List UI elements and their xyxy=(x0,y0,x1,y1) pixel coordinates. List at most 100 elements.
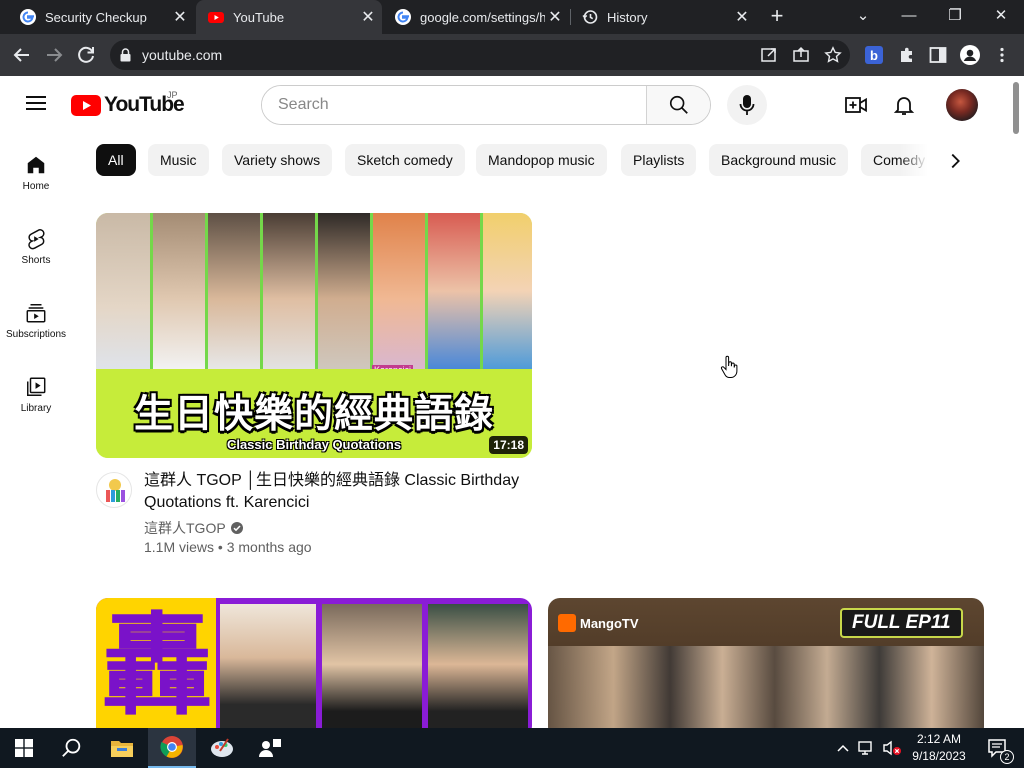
search-icon xyxy=(62,738,81,757)
chrome-taskbar-button[interactable] xyxy=(148,728,196,768)
taskbar-clock[interactable]: 2:12 AM 9/18/2023 xyxy=(900,731,978,765)
action-center-button[interactable]: 2 xyxy=(978,728,1018,768)
lock-icon xyxy=(120,48,131,62)
guide-item-shorts[interactable]: Shorts xyxy=(0,214,72,274)
search-button[interactable] xyxy=(646,86,710,124)
volume-muted-icon[interactable] xyxy=(882,740,902,756)
thumbnail-person xyxy=(428,604,528,738)
system-tray xyxy=(836,728,902,768)
hand-cursor-icon xyxy=(720,355,738,378)
close-icon[interactable]: ✕ xyxy=(170,7,190,27)
voice-search-button[interactable] xyxy=(727,85,767,125)
tab-youtube[interactable]: YouTube ✕ xyxy=(196,0,382,34)
chip-music[interactable]: Music xyxy=(148,144,209,176)
url-text: youtube.com xyxy=(142,47,223,63)
people-icon xyxy=(259,739,281,757)
tab-security-checkup[interactable]: Security Checkup ✕ xyxy=(8,0,194,34)
thumbnail-panel xyxy=(480,213,532,369)
menu-kebab-icon[interactable] xyxy=(993,46,1011,64)
thumbnail-panel xyxy=(96,213,152,369)
clock-date: 9/18/2023 xyxy=(912,749,966,763)
people-taskbar-button[interactable] xyxy=(246,728,294,768)
file-explorer-button[interactable] xyxy=(98,728,146,768)
close-icon[interactable]: ✕ xyxy=(358,7,378,27)
channel-name-row: 這群人TGOP xyxy=(144,518,244,538)
history-icon xyxy=(582,10,598,24)
network-icon[interactable] xyxy=(858,740,876,756)
google-icon xyxy=(20,9,36,25)
thumbnail-panel xyxy=(370,213,425,369)
chip-all[interactable]: All xyxy=(96,144,136,176)
thumbnail-subtitle-text: Classic Birthday Quotations xyxy=(226,437,402,452)
tab-search-button[interactable]: ⌄ xyxy=(840,0,886,34)
chip-variety-shows[interactable]: Variety shows xyxy=(222,144,333,176)
chrome-icon xyxy=(160,736,183,758)
video-title[interactable]: 這群人 TGOP │生日快樂的經典語錄 Classic Birthday Quo… xyxy=(144,470,524,514)
profile-icon[interactable] xyxy=(960,45,980,65)
minimize-button[interactable]: — xyxy=(886,0,932,34)
guide-label: Home xyxy=(22,181,50,192)
channel-avatar[interactable] xyxy=(96,472,132,508)
taskbar-search-button[interactable] xyxy=(48,728,96,768)
video-thumbnail[interactable]: MangoTV FULL EP11 xyxy=(548,598,984,738)
library-icon xyxy=(27,377,46,396)
close-icon[interactable]: ✕ xyxy=(732,7,752,27)
guide-item-subscriptions[interactable]: Subscriptions xyxy=(0,288,72,348)
new-tab-button[interactable]: + xyxy=(764,3,790,29)
google-icon xyxy=(395,9,411,25)
close-icon[interactable]: ✕ xyxy=(545,7,565,27)
guide-item-home[interactable]: Home xyxy=(0,140,72,200)
thumbnail-panel xyxy=(205,213,260,369)
video-thumbnail[interactable]: 轟 xyxy=(96,598,532,738)
bookmark-star-icon[interactable] xyxy=(824,46,842,64)
filter-chips-bar: All Music Variety shows Sketch comedy Ma… xyxy=(96,144,976,178)
microphone-icon xyxy=(739,95,755,115)
notifications-bell-icon[interactable] xyxy=(892,93,916,117)
window-close-button[interactable]: ✕ xyxy=(978,0,1024,34)
hamburger-menu-icon[interactable] xyxy=(26,96,46,110)
open-in-app-icon[interactable] xyxy=(760,46,778,64)
video-thumbnail[interactable]: Karencici 生日快樂的經典語錄 Classic Birthday Quo… xyxy=(96,213,532,458)
youtube-icon xyxy=(208,12,224,23)
mangotv-logo-icon xyxy=(558,614,576,632)
browser-toolbar: youtube.com b xyxy=(0,34,1024,76)
tab-title: Security Checkup xyxy=(45,9,147,25)
guide-item-library[interactable]: Library xyxy=(0,362,72,422)
restore-button[interactable]: ❐ xyxy=(932,0,978,34)
account-avatar[interactable] xyxy=(946,89,978,121)
chevron-up-icon[interactable] xyxy=(836,741,850,755)
chip-background-music[interactable]: Background music xyxy=(709,144,849,176)
youtube-play-logo-icon xyxy=(71,94,101,116)
forward-icon[interactable] xyxy=(42,43,66,67)
search-input[interactable] xyxy=(262,86,646,124)
youtube-logo[interactable]: YouTube JP xyxy=(71,90,185,117)
back-icon[interactable] xyxy=(10,43,34,67)
tab-title: YouTube xyxy=(233,9,285,25)
channel-name[interactable]: 這群人TGOP xyxy=(144,518,226,538)
youtube-page: YouTube JP Home xyxy=(0,76,1024,738)
extension-b-icon[interactable]: b xyxy=(865,46,883,64)
thumbnail-cast xyxy=(548,646,984,738)
side-panel-icon[interactable] xyxy=(929,46,947,64)
start-button[interactable] xyxy=(0,728,48,768)
notification-count: 2 xyxy=(1000,750,1014,764)
search-box xyxy=(261,85,711,125)
chip-sketch-comedy[interactable]: Sketch comedy xyxy=(345,144,465,176)
extensions-puzzle-icon[interactable] xyxy=(898,46,916,64)
mangotv-logo: MangoTV xyxy=(558,614,639,632)
page-scrollbar[interactable] xyxy=(1013,82,1019,134)
paint-taskbar-button[interactable] xyxy=(198,728,246,768)
share-icon[interactable] xyxy=(792,46,810,64)
thumbnail-panel xyxy=(260,213,315,369)
chevron-right-icon[interactable] xyxy=(944,150,966,172)
chips-fade xyxy=(900,144,940,178)
chip-playlists[interactable]: Playlists xyxy=(621,144,697,176)
reload-icon[interactable] xyxy=(74,43,98,67)
create-video-icon[interactable] xyxy=(844,93,868,117)
tab-history[interactable]: History ✕ xyxy=(570,0,756,34)
country-code: JP xyxy=(167,90,178,100)
svg-text:b: b xyxy=(870,48,878,63)
chip-mandopop-music[interactable]: Mandopop music xyxy=(476,144,607,176)
address-bar[interactable]: youtube.com xyxy=(110,40,850,70)
tab-google-settings[interactable]: google.com/settings/h ✕ xyxy=(383,0,569,34)
